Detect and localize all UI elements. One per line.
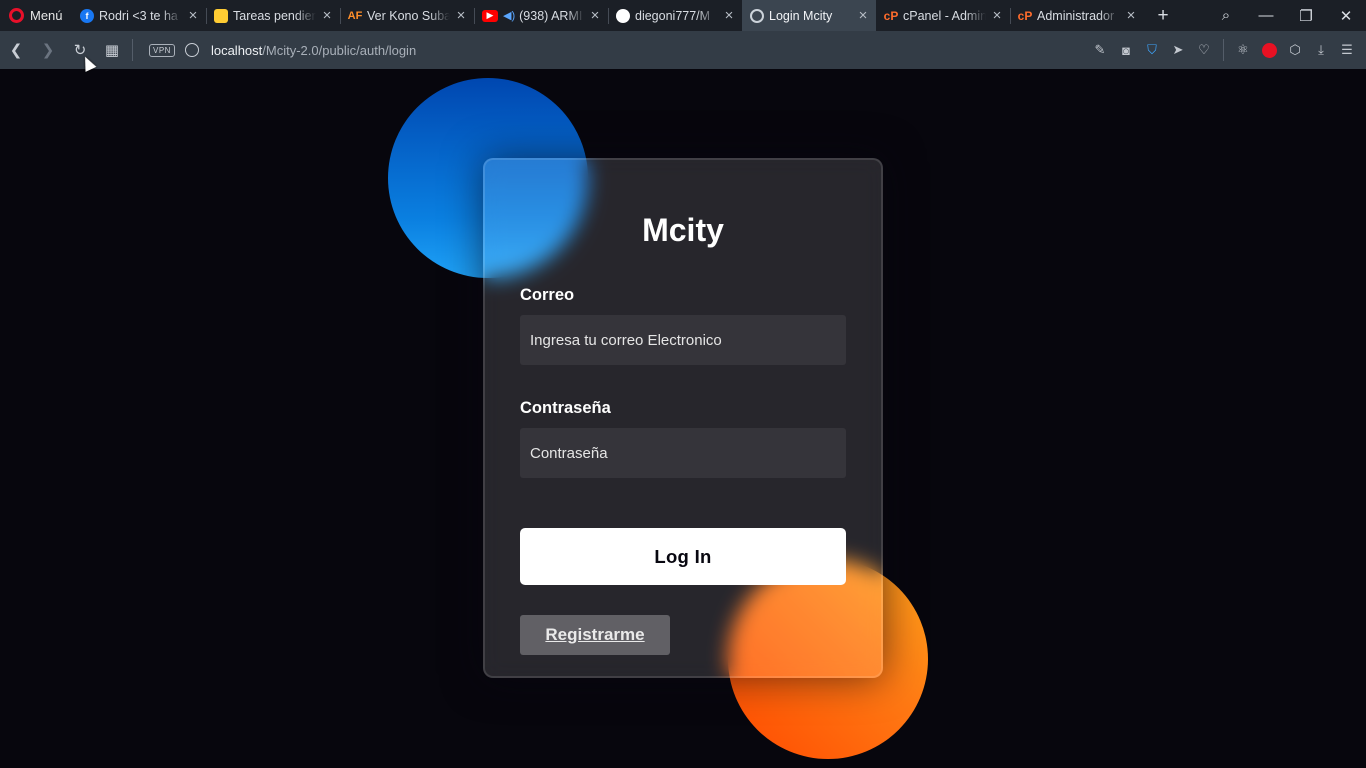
new-tab-button[interactable]: + [1148,5,1178,27]
tab-title: diegoni777/M [635,8,711,23]
tab-cpanel[interactable]: cP cPanel - Admin × [876,0,1010,31]
close-icon[interactable]: × [990,7,1004,24]
close-icon[interactable]: × [1124,7,1138,24]
github-icon [616,8,630,23]
tab-title: cPanel - Admin [903,8,986,23]
opera-logo-icon [9,8,24,23]
tab-grid-button[interactable]: ▦ [96,31,128,69]
register-button[interactable]: Registrarme [520,615,670,655]
vpn-badge[interactable]: VPN [149,43,175,57]
tab-github[interactable]: diegoni777/M × [608,0,742,31]
tab-title: Rodri <3 te ha [99,8,178,23]
tab-title: (938) ARMI [519,8,583,23]
snapshot-camera-icon[interactable]: ◙ [1113,31,1139,69]
email-label: Correo [520,286,575,304]
url-field[interactable]: localhost/Mcity-2.0/public/auth/login [211,43,416,58]
heart-icon[interactable]: ♡ [1191,31,1217,69]
password-placeholder: Contraseña [530,444,608,462]
send-icon[interactable]: ➤ [1165,31,1191,69]
opera-menu-button[interactable]: Menú [0,0,72,31]
minimize-icon[interactable]: — [1246,7,1286,24]
url-host: localhost [210,42,263,58]
close-icon[interactable]: × [186,7,200,24]
site-info-icon[interactable] [184,43,199,57]
toolbar-divider [132,39,133,61]
tab-youtube[interactable]: ▶ ◀) (938) ARMI × [474,0,608,31]
restore-icon[interactable]: ❐ [1286,7,1326,25]
tab-title: Login Mcity [769,8,833,23]
close-icon[interactable]: × [856,7,870,24]
tab-kono-suba[interactable]: AF Ver Kono Suba × [340,0,474,31]
page-viewport: Mcity Correo Ingresa tu correo Electroni… [0,69,1366,768]
tab-facebook[interactable]: f Rodri <3 te ha × [72,0,206,31]
globe-icon [750,8,764,23]
react-devtools-icon[interactable]: ⚛ [1230,31,1256,69]
close-icon[interactable]: × [454,7,468,24]
email-field[interactable]: Ingresa tu correo Electronico [520,315,846,365]
tab-tareas[interactable]: Tareas pendien × [206,0,340,31]
close-icon[interactable]: × [588,7,602,24]
menu-label: Menú [30,8,63,23]
address-bar: ❮ ❯ ↻ ▦ VPN localhost/Mcity-2.0/public/a… [0,31,1366,69]
animeflv-icon: AF [347,9,363,22]
search-tabs-icon[interactable]: ⌕ [1206,7,1246,24]
cpanel-icon: cP [883,8,899,23]
toolbar-right-icons: ✎ ◙ ⛉ ➤ ♡ ⚛ ⬡ ⤓ ☰ [1087,31,1366,69]
tab-strip: Menú f Rodri <3 te ha × Tareas pendien ×… [0,0,1366,31]
back-button[interactable]: ❮ [0,31,32,69]
url-path: /Mcity-2.0/public/auth/login [262,42,417,58]
tareas-icon [214,8,228,23]
shield-icon[interactable]: ⛉ [1139,31,1165,69]
easy-menu-icon[interactable]: ☰ [1334,31,1360,69]
toolbar-divider [1223,39,1224,61]
login-button[interactable]: Log In [520,528,846,585]
tab-title: Administrador [1037,8,1115,23]
window-controls: ⌕ — ❐ ✕ [1206,0,1366,31]
extensions-cube-icon[interactable]: ⬡ [1282,31,1308,69]
facebook-icon: f [80,8,94,23]
login-form: Mcity Correo Ingresa tu correo Electroni… [483,158,883,678]
page-title: Mcity [642,212,724,248]
cpanel-icon: cP [1017,8,1033,23]
tab-administrador[interactable]: cP Administrador × [1010,0,1144,31]
tab-title: Ver Kono Suba [367,8,450,23]
close-icon[interactable]: × [320,7,334,24]
close-icon[interactable]: × [722,7,736,24]
download-icon[interactable]: ⤓ [1308,31,1334,69]
youtube-icon: ▶ [482,9,498,22]
speaker-icon[interactable]: ◀) [503,9,515,22]
email-placeholder: Ingresa tu correo Electronico [530,331,722,349]
password-label: Contraseña [520,399,611,417]
tab-login-mcity[interactable]: Login Mcity × [742,0,876,31]
easy-setup-icon[interactable]: ✎ [1087,31,1113,69]
password-field[interactable]: Contraseña [520,428,846,478]
tab-title: Tareas pendien [233,8,316,23]
adblock-icon[interactable] [1256,31,1282,69]
window-close-icon[interactable]: ✕ [1326,7,1366,25]
forward-button[interactable]: ❯ [32,31,64,69]
